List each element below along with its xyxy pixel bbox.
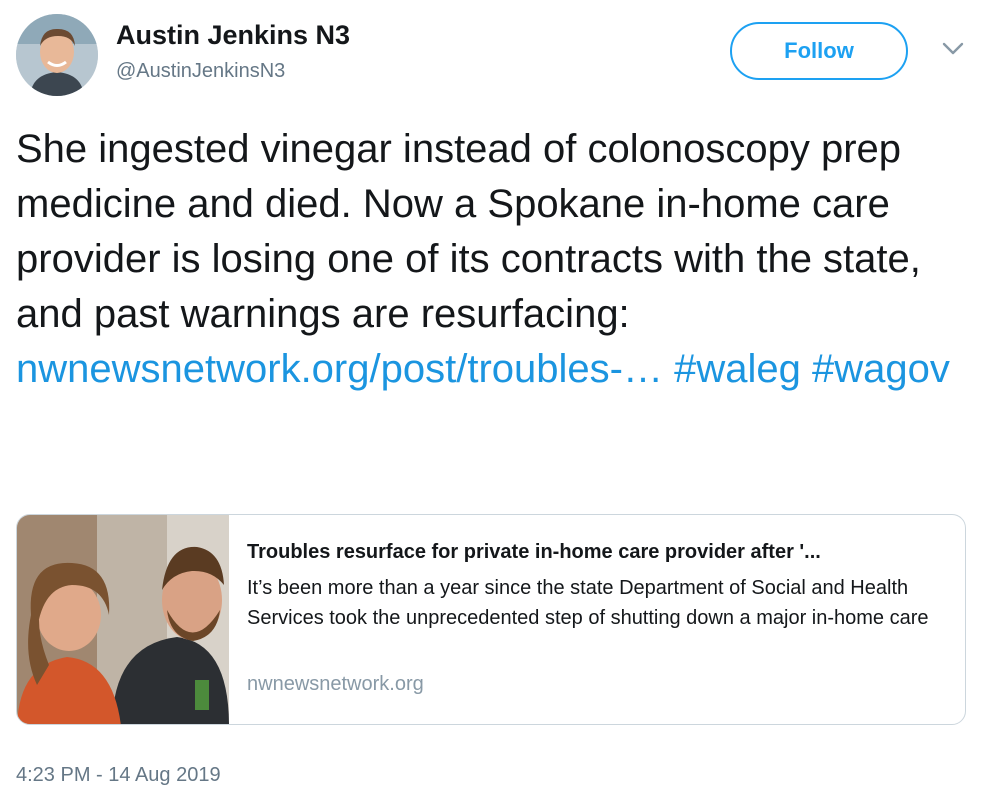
author-handle[interactable]: @AustinJenkinsN3 [116, 60, 285, 83]
card-title: Troubles resurface for private in-home c… [247, 541, 821, 563]
follow-button[interactable]: Follow [730, 22, 908, 80]
link-preview-card[interactable]: Troubles resurface for private in-home c… [16, 514, 966, 725]
tweet-text: She ingested vinegar instead of colonosc… [16, 122, 971, 397]
tweet-link[interactable]: nwnewsnetwork.org/post/troubles-… [16, 347, 663, 391]
card-thumbnail-image [17, 515, 229, 724]
card-description: It’s been more than a year since the sta… [247, 577, 929, 629]
follow-button-label: Follow [784, 38, 854, 63]
tweet-body: She ingested vinegar instead of colonosc… [16, 127, 921, 336]
card-domain: nwnewsnetwork.org [247, 673, 424, 695]
tweet-timestamp[interactable]: 4:23 PM - 14 Aug 2019 [16, 764, 221, 787]
avatar-photo [16, 14, 98, 96]
hashtag-wagov[interactable]: #wagov [812, 347, 950, 391]
chevron-down-icon[interactable] [941, 40, 965, 58]
hashtag-waleg[interactable]: #waleg [674, 347, 801, 391]
author-name[interactable]: Austin Jenkins N3 [116, 20, 350, 51]
avatar[interactable] [16, 14, 98, 96]
